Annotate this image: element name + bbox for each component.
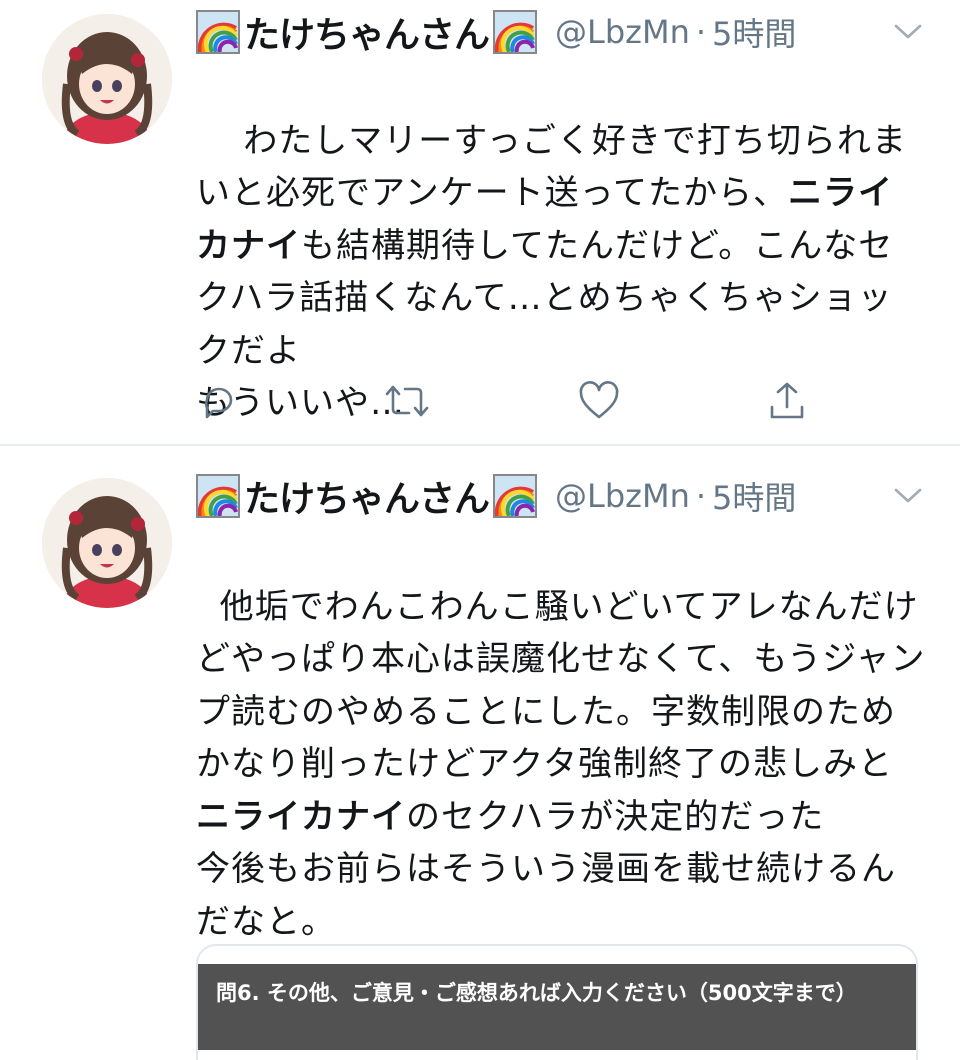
separator-dot: ·	[695, 477, 707, 515]
embedded-survey-header: 問6. その他、ご意見・ご感想あれば入力ください（500文字まで）	[198, 964, 916, 1050]
tweet[interactable]: たけちゃんさん @LbzMn · 5時間 わたしマリーすっごく好きで打ち切られま…	[0, 0, 960, 446]
chevron-down-icon[interactable]	[892, 16, 924, 48]
tweet-header: たけちゃんさん @LbzMn · 5時間	[196, 468, 924, 524]
tweet-text: 他垢でわんこわんこ騒いどいてアレなんだけどやっぱり本心は誤魔化せなくて、もうジャ…	[196, 528, 926, 1001]
timestamp[interactable]: 5時間	[712, 9, 796, 55]
embedded-image-card[interactable]: 問6. その他、ご意見・ご感想あれば入力ください（500文字まで）	[196, 944, 918, 1060]
tweet-text-bold: ニライカナイ	[196, 796, 406, 837]
avatar[interactable]	[42, 478, 172, 608]
user-handle[interactable]: @LbzMn	[555, 477, 690, 515]
chevron-down-icon[interactable]	[892, 480, 924, 512]
rainbow-emoji-icon	[493, 474, 538, 518]
embedded-survey-question: 問6. その他、ご意見・ご感想あれば入力ください（500文字まで）	[216, 981, 857, 1005]
reply-icon[interactable]	[196, 378, 242, 424]
tweet-actions	[196, 378, 816, 426]
heart-icon[interactable]	[576, 378, 622, 424]
tweet-header: たけちゃんさん @LbzMn · 5時間	[196, 4, 924, 60]
rainbow-emoji-icon	[493, 10, 538, 54]
user-handle[interactable]: @LbzMn	[555, 13, 690, 51]
rainbow-emoji-icon	[196, 474, 240, 518]
share-icon[interactable]	[764, 378, 810, 424]
separator-dot: ·	[695, 13, 707, 51]
anime-girl-avatar-icon	[42, 14, 172, 144]
timestamp[interactable]: 5時間	[712, 473, 796, 519]
retweet-icon[interactable]	[384, 378, 430, 424]
anime-girl-avatar-icon	[42, 478, 172, 608]
rainbow-emoji-icon	[196, 10, 240, 54]
display-name[interactable]: たけちゃんさん	[244, 470, 490, 522]
avatar[interactable]	[42, 14, 172, 144]
tweet-text-segment: 他垢でわんこわんこ騒いどいてアレなんだけどやっぱり本心は誤魔化せなくて、もうジャ…	[196, 586, 926, 785]
display-name[interactable]: たけちゃんさん	[244, 6, 490, 58]
